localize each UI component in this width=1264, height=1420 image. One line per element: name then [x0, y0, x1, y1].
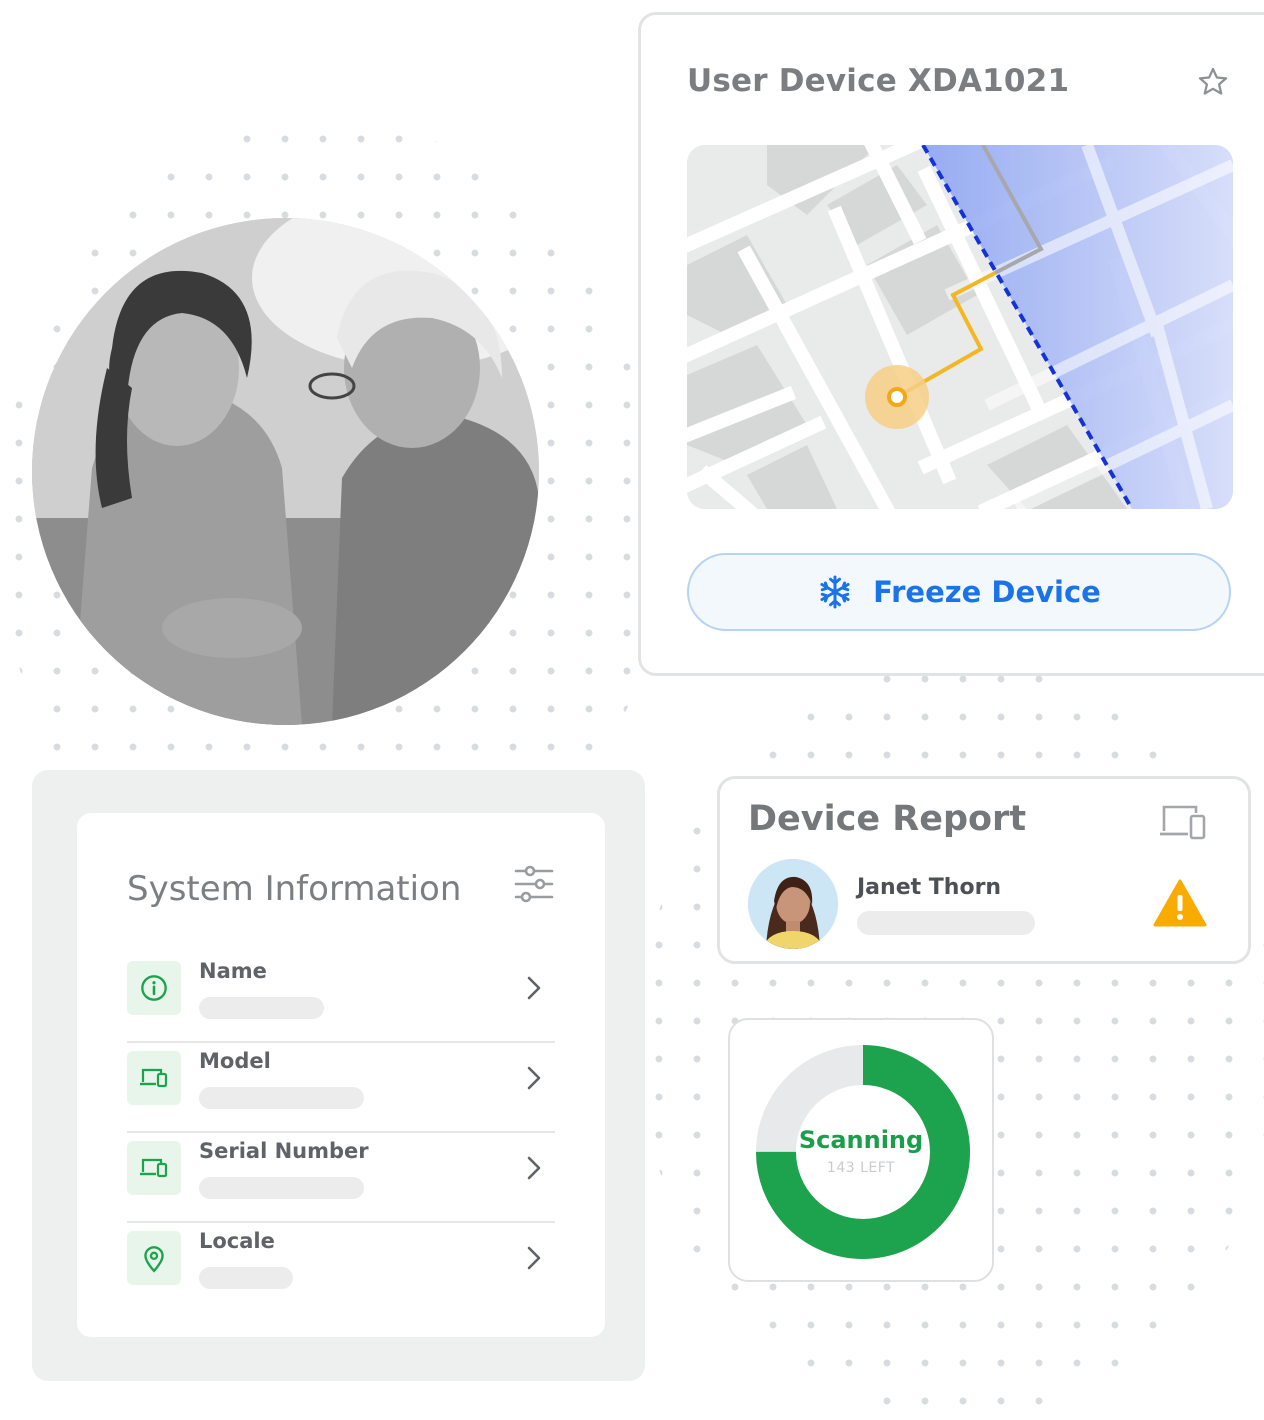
chevron-right-icon[interactable] — [523, 1155, 545, 1181]
system-row-serial-number[interactable]: Serial Number — [127, 1133, 555, 1223]
placeholder-bar — [199, 997, 324, 1019]
placeholder-bar — [199, 1087, 364, 1109]
device-report-title: Device Report — [748, 799, 1027, 839]
info-icon — [127, 961, 181, 1015]
device-report-card[interactable]: Device Report Janet Thorn — [717, 776, 1251, 964]
devices-icon — [127, 1141, 181, 1195]
chevron-right-icon[interactable] — [523, 975, 545, 1001]
star-icon[interactable] — [1196, 65, 1230, 99]
location-pin-icon — [127, 1231, 181, 1285]
device-title: User Device XDA1021 — [687, 63, 1070, 99]
freeze-device-button[interactable]: Freeze Device — [687, 553, 1231, 631]
map-graphic — [687, 145, 1233, 509]
freeze-device-label: Freeze Device — [873, 575, 1101, 609]
warning-icon — [1153, 879, 1207, 927]
system-row-model[interactable]: Model — [127, 1043, 555, 1133]
location-map[interactable] — [687, 145, 1233, 509]
row-label: Locale — [199, 1229, 275, 1253]
scan-remaining: 143 LEFT — [826, 1160, 896, 1176]
placeholder-bar — [199, 1177, 364, 1199]
system-row-name[interactable]: Name — [127, 953, 555, 1043]
snowflake-icon — [820, 575, 850, 609]
sliders-icon[interactable] — [514, 865, 554, 903]
photo-illustration — [32, 218, 539, 725]
avatar — [748, 859, 838, 949]
row-label: Name — [199, 959, 267, 983]
devices-icon — [1160, 805, 1206, 840]
chevron-right-icon[interactable] — [523, 1065, 545, 1091]
row-label: Model — [199, 1049, 271, 1073]
report-user-name: Janet Thorn — [857, 875, 1002, 900]
row-label: Serial Number — [199, 1139, 369, 1163]
caregiver-photo — [32, 218, 539, 725]
device-card: User Device XDA1021 Freeze Device — [638, 12, 1264, 676]
placeholder-bar — [199, 1267, 293, 1289]
devices-icon — [127, 1051, 181, 1105]
scan-status: Scanning — [798, 1126, 924, 1154]
system-info-card: System Information Name Model Serial Num… — [77, 813, 605, 1337]
chevron-right-icon[interactable] — [523, 1245, 545, 1271]
system-info-panel: System Information Name Model Serial Num… — [32, 770, 645, 1381]
scan-progress-card: Scanning 143 LEFT — [728, 1018, 994, 1282]
placeholder-bar — [857, 911, 1035, 935]
system-row-locale[interactable]: Locale — [127, 1223, 555, 1311]
system-info-title: System Information — [127, 869, 462, 909]
